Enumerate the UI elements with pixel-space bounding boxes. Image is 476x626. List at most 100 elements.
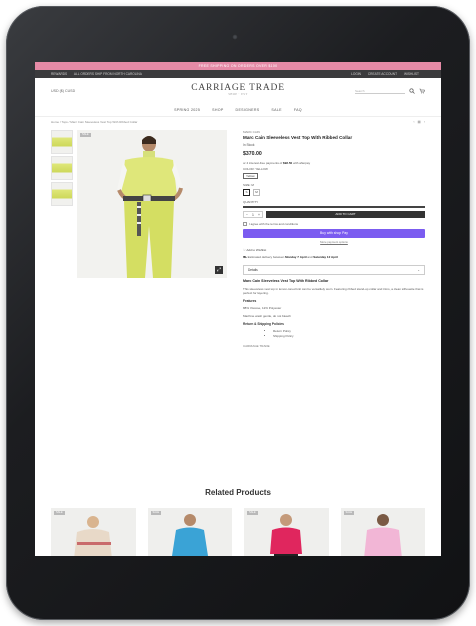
cart-row: − 1 + ADD TO CART <box>243 211 425 218</box>
terms-checkbox[interactable] <box>243 222 247 226</box>
afterpay-note: or 4 interest-free payments of $92.50 wi… <box>243 161 425 165</box>
vendor-name[interactable]: MARC CAIN <box>243 130 425 134</box>
color-swatch[interactable]: Yellow <box>243 173 258 179</box>
cart-icon[interactable] <box>419 88 425 94</box>
thumbnail-2[interactable] <box>51 156 73 180</box>
wishlist-link[interactable]: WISHLIST <box>404 72 419 76</box>
description-body: This sleeveless vest top in lemon-toned … <box>243 287 424 295</box>
sale-badge: SALE <box>247 511 258 515</box>
search-icon[interactable] <box>409 88 415 94</box>
plus-icon[interactable]: + <box>256 212 262 218</box>
returns-heading: Return & Shipping Policies <box>243 322 284 326</box>
details-dropdown[interactable]: Details ⌄ <box>243 265 425 275</box>
delivery-estimate: ⛟ Estimated delivery between Monday 7 Ap… <box>243 255 425 260</box>
terms-row: I agree with the terms and conditions <box>243 222 425 226</box>
nav-shop[interactable]: SHOP <box>212 108 223 112</box>
breadcrumb-trail[interactable]: Home / Tops / Marc Cain Sleeveless Vest … <box>51 120 137 124</box>
features-line: 88% Viscose, 12% Polyester <box>243 306 282 310</box>
camera-icon <box>232 34 238 40</box>
terms-label[interactable]: I agree with the terms and conditions <box>249 222 298 226</box>
rewards-link[interactable]: REWARDS <box>51 72 67 76</box>
grid-icon[interactable]: ▦ <box>418 120 421 124</box>
sale-badge: SALE <box>54 511 65 515</box>
size-label: SIZE: M <box>243 183 254 187</box>
shop-pay-button[interactable]: Buy with shop Pay <box>243 229 425 238</box>
sale-badge: SALE <box>343 511 355 515</box>
features-heading: Features <box>243 299 257 303</box>
nav-designers[interactable]: DESIGNERS <box>236 108 260 112</box>
delivery-and: and <box>307 255 313 259</box>
stock-meter <box>243 206 425 208</box>
nav-faq[interactable]: FAQ <box>294 108 302 112</box>
nav-sale[interactable]: SALE <box>271 108 281 112</box>
prev-icon[interactable]: ‹ <box>413 120 414 124</box>
afterpay-suffix[interactable]: with afterpay <box>293 161 310 165</box>
details-label: Details <box>248 268 258 272</box>
main-nav: SPRING 2025 SHOP DESIGNERS SALE FAQ <box>35 104 441 116</box>
shipping-note: ALL ORDERS SHIP FROM NORTH CAROLINA <box>73 72 142 76</box>
logo-sub: SHOP · EST <box>228 93 248 96</box>
site-header: USD ($) CUSD CARRIAGE TRADE SHOP · EST S… <box>35 78 441 104</box>
product-image[interactable]: SALE ⤢ <box>77 130 227 278</box>
thumbnail-3[interactable] <box>51 182 73 206</box>
size-options: S M <box>243 189 425 196</box>
product-pager: ‹ ▦ › <box>413 120 425 124</box>
related-image-2 <box>171 514 208 556</box>
thumbnail-strip <box>51 130 73 208</box>
color-label: COLOR: YELLOW <box>243 167 268 171</box>
care-line: Machine wash gentle, do not bleach <box>243 314 291 318</box>
breadcrumb: Home / Tops / Marc Cain Sleeveless Vest … <box>35 116 441 126</box>
size-option-s[interactable]: S <box>243 189 250 196</box>
wishlist-label: Add to Wishlist <box>246 248 267 252</box>
login-link[interactable]: LOGIN <box>351 72 361 76</box>
related-card[interactable]: SALE <box>244 508 329 556</box>
stock-status: In Stock <box>243 143 255 147</box>
stock-bar <box>243 206 425 208</box>
next-icon[interactable]: › <box>424 120 425 124</box>
afterpay-amount: $92.50 <box>283 161 293 165</box>
add-to-cart-button[interactable]: ADD TO CART <box>266 211 425 218</box>
afterpay-prefix: or 4 interest-free payments of <box>243 161 283 165</box>
more-payment-link[interactable]: More payment options <box>243 240 425 244</box>
delivery-from: Monday 7 April <box>285 255 307 259</box>
related-image-3 <box>270 514 302 556</box>
add-to-wishlist[interactable]: ♡ Add to Wishlist <box>243 248 425 252</box>
utility-left: REWARDS ALL ORDERS SHIP FROM NORTH CAROL… <box>51 72 148 76</box>
nav-spring[interactable]: SPRING 2025 <box>174 108 200 112</box>
sku-text: CARRIAGE TRADE <box>243 344 270 348</box>
search-input[interactable]: Search <box>355 88 405 94</box>
currency-selector[interactable]: USD ($) CUSD <box>51 89 75 93</box>
delivery-to: Saturday 12 April <box>313 255 338 259</box>
related-image-4 <box>363 514 402 556</box>
thumbnail-1[interactable] <box>51 130 73 154</box>
logo-main: CARRIAGE TRADE <box>191 83 285 93</box>
model-illustration <box>77 130 227 278</box>
related-products-title: Related Products <box>205 488 271 497</box>
create-account-link[interactable]: CREATE ACCOUNT <box>368 72 397 76</box>
related-products: SALE SALE SALE SALE <box>51 508 425 556</box>
chevron-down-icon: ⌄ <box>417 268 420 272</box>
product-info: MARC CAIN Marc Cain Sleeveless Vest Top … <box>243 130 425 348</box>
policy-list: Return Policy Shipping Policy <box>273 329 425 338</box>
product-section: SALE ⤢ MARC CAIN Marc Cain Sleeveless Ve… <box>35 126 441 486</box>
store-logo[interactable]: CARRIAGE TRADE SHOP · EST <box>191 83 285 96</box>
promo-bar: FREE SHIPPING ON ORDERS OVER $100 <box>35 62 441 70</box>
size-option-m[interactable]: M <box>253 189 260 196</box>
product-price: $370.00 <box>243 151 262 157</box>
return-policy-link[interactable]: Return Policy <box>273 329 425 333</box>
sale-badge: SALE <box>80 133 91 137</box>
related-card[interactable]: SALE <box>147 508 232 556</box>
header-tools: Search <box>355 88 425 94</box>
sale-badge: SALE <box>150 511 162 515</box>
product-title: Marc Cain Sleeveless Vest Top With Ribbe… <box>243 135 353 140</box>
related-image-1 <box>74 516 112 556</box>
related-card[interactable]: SALE <box>340 508 425 556</box>
shipping-policy-link[interactable]: Shipping Policy <box>273 334 425 338</box>
web-page: FREE SHIPPING ON ORDERS OVER $100 REWARD… <box>35 62 441 556</box>
zoom-icon[interactable]: ⤢ <box>215 266 223 274</box>
utility-right: LOGIN CREATE ACCOUNT WISHLIST <box>351 72 425 76</box>
quantity-label: QUANTITY <box>243 200 259 204</box>
quantity-stepper[interactable]: − 1 + <box>243 211 263 218</box>
related-card[interactable]: SALE <box>51 508 136 556</box>
utility-bar: REWARDS ALL ORDERS SHIP FROM NORTH CAROL… <box>35 70 441 78</box>
